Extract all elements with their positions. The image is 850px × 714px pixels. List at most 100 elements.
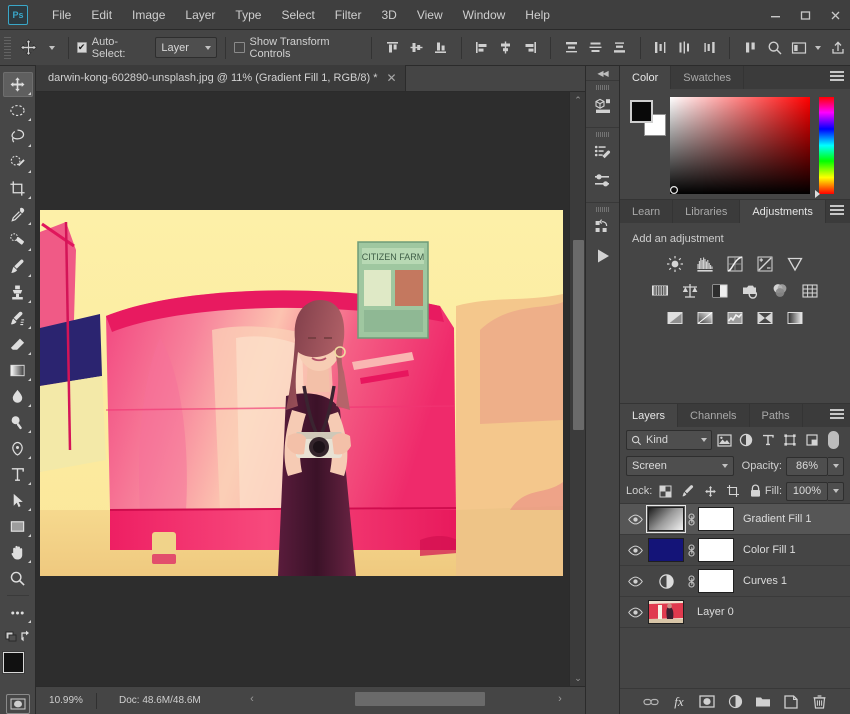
collapse-panels-icon[interactable]: ◀◀ <box>586 66 619 80</box>
zoom-level[interactable]: 10.99% <box>36 695 96 706</box>
edit-toolbar-tool[interactable] <box>3 600 33 625</box>
color-swatches[interactable] <box>2 652 35 684</box>
scroll-left-icon[interactable]: ‹ <box>245 692 259 706</box>
layer-visibility-toggle[interactable] <box>622 514 648 525</box>
dock-grip[interactable] <box>596 85 609 90</box>
filter-enable-toggle[interactable] <box>828 431 839 449</box>
move-tool[interactable] <box>2 72 33 97</box>
minimize-button[interactable] <box>760 4 790 26</box>
panel-menu-icon[interactable] <box>830 71 844 83</box>
eyedropper-tool[interactable] <box>3 202 33 227</box>
levels-icon[interactable] <box>695 254 716 273</box>
share-icon[interactable] <box>828 37 848 59</box>
panel-menu-icon[interactable] <box>830 205 844 217</box>
layer-thumbnail[interactable] <box>648 569 684 593</box>
path-selection-tool[interactable] <box>3 488 33 513</box>
lock-transparent-pixels-icon[interactable] <box>655 482 675 500</box>
table-row[interactable]: Gradient Fill 1 <box>620 504 850 535</box>
align-vertical-centers-icon[interactable] <box>406 37 426 59</box>
canvas-vertical-scrollbar[interactable]: ⌃ ⌄ <box>569 92 585 686</box>
search-icon[interactable] <box>764 37 784 59</box>
menu-3d[interactable]: 3D <box>371 5 406 25</box>
hue-saturation-icon[interactable] <box>650 281 671 300</box>
dodge-tool[interactable] <box>3 410 33 435</box>
menu-edit[interactable]: Edit <box>81 5 122 25</box>
lock-position-icon[interactable] <box>700 482 720 500</box>
menu-type[interactable]: Type <box>225 5 271 25</box>
gradient-map-icon[interactable] <box>785 308 806 327</box>
menu-select[interactable]: Select <box>271 5 324 25</box>
opacity-stepper[interactable] <box>828 456 844 476</box>
lock-all-icon[interactable] <box>745 482 765 500</box>
vibrance-icon[interactable] <box>785 254 806 273</box>
default-colors-and-swap[interactable] <box>3 626 33 644</box>
maximize-button[interactable] <box>790 4 820 26</box>
filter-smart-object-icon[interactable] <box>802 430 822 450</box>
distribute-horizontal-centers-icon[interactable] <box>675 37 695 59</box>
threshold-icon[interactable] <box>725 308 746 327</box>
foreground-color-swatch[interactable] <box>2 652 24 673</box>
panel-menu-icon[interactable] <box>830 409 844 421</box>
scroll-down-icon[interactable]: ⌄ <box>570 670 585 686</box>
arrange-chevron-icon[interactable] <box>813 37 824 59</box>
actions-play-icon[interactable] <box>589 243 617 269</box>
color-balance-icon[interactable] <box>680 281 701 300</box>
hue-slider-marker[interactable] <box>815 190 820 198</box>
color-panel-swatches[interactable] <box>630 100 666 136</box>
invert-icon[interactable] <box>665 308 686 327</box>
menu-help[interactable]: Help <box>515 5 560 25</box>
3d-panel-icon[interactable] <box>589 93 617 119</box>
color-field[interactable] <box>670 97 810 194</box>
filter-pixel-icon[interactable] <box>714 430 734 450</box>
close-icon[interactable]: ✕ <box>387 72 397 84</box>
distribute-top-edges-icon[interactable] <box>561 37 581 59</box>
lasso-tool[interactable] <box>3 124 33 149</box>
distribute-bottom-edges-icon[interactable] <box>610 37 630 59</box>
fill-value[interactable]: 100% <box>786 481 828 501</box>
auto-select-checkbox-box[interactable]: ✔ <box>76 42 87 53</box>
layer-thumbnail[interactable] <box>648 600 684 624</box>
layer-thumbnail[interactable] <box>646 505 686 533</box>
type-tool[interactable] <box>3 462 33 487</box>
align-right-edges-icon[interactable] <box>520 37 540 59</box>
move-tool-icon[interactable] <box>15 35 41 61</box>
tab-channels[interactable]: Channels <box>678 404 750 427</box>
canvas-area[interactable]: CITIZEN FARM ⌃ ⌄ <box>36 92 585 686</box>
history-brush-tool[interactable] <box>3 306 33 331</box>
document-size[interactable]: Doc: 48.6M/48.6M <box>97 695 201 706</box>
menu-filter[interactable]: Filter <box>325 5 372 25</box>
marquee-tool[interactable] <box>3 98 33 123</box>
dock-grip-2[interactable] <box>596 132 609 137</box>
distribute-vertical-centers-icon[interactable] <box>585 37 605 59</box>
new-fill-adjustment-icon[interactable] <box>727 693 744 710</box>
fill-stepper[interactable] <box>828 481 844 501</box>
new-group-icon[interactable] <box>755 693 772 710</box>
properties-icon[interactable] <box>589 140 617 166</box>
tab-adjustments[interactable]: Adjustments <box>740 200 826 223</box>
brush-settings-icon[interactable] <box>589 168 617 194</box>
layer-thumbnail[interactable] <box>648 538 684 562</box>
history-icon[interactable] <box>589 215 617 241</box>
add-layer-mask-icon[interactable] <box>699 693 716 710</box>
align-left-edges-icon[interactable] <box>472 37 492 59</box>
gradient-tool[interactable] <box>3 358 33 383</box>
layer-mask-thumbnail[interactable] <box>698 538 734 562</box>
distribute-left-edges-icon[interactable] <box>651 37 671 59</box>
color-lookup-icon[interactable] <box>800 281 821 300</box>
delete-layer-icon[interactable] <box>811 693 828 710</box>
options-bar-grip[interactable] <box>3 36 12 59</box>
lock-image-pixels-icon[interactable] <box>678 482 698 500</box>
menu-file[interactable]: File <box>42 5 81 25</box>
table-row[interactable]: Curves 1 <box>620 566 850 597</box>
auto-select-checkbox[interactable]: ✔ Auto-Select: <box>76 36 147 60</box>
layer-name[interactable]: Gradient Fill 1 <box>743 513 811 525</box>
scroll-up-icon[interactable]: ⌃ <box>570 92 585 108</box>
layer-filter-kind-dropdown[interactable]: Kind <box>626 430 712 450</box>
layer-visibility-toggle[interactable] <box>622 545 648 556</box>
document-tab[interactable]: darwin-kong-602890-unsplash.jpg @ 11% (G… <box>36 65 406 91</box>
zoom-tool[interactable] <box>3 566 33 591</box>
layer-link-icon[interactable] <box>684 574 698 588</box>
align-top-edges-icon[interactable] <box>382 37 402 59</box>
layer-visibility-toggle[interactable] <box>622 607 648 618</box>
tab-learn[interactable]: Learn <box>620 200 674 223</box>
